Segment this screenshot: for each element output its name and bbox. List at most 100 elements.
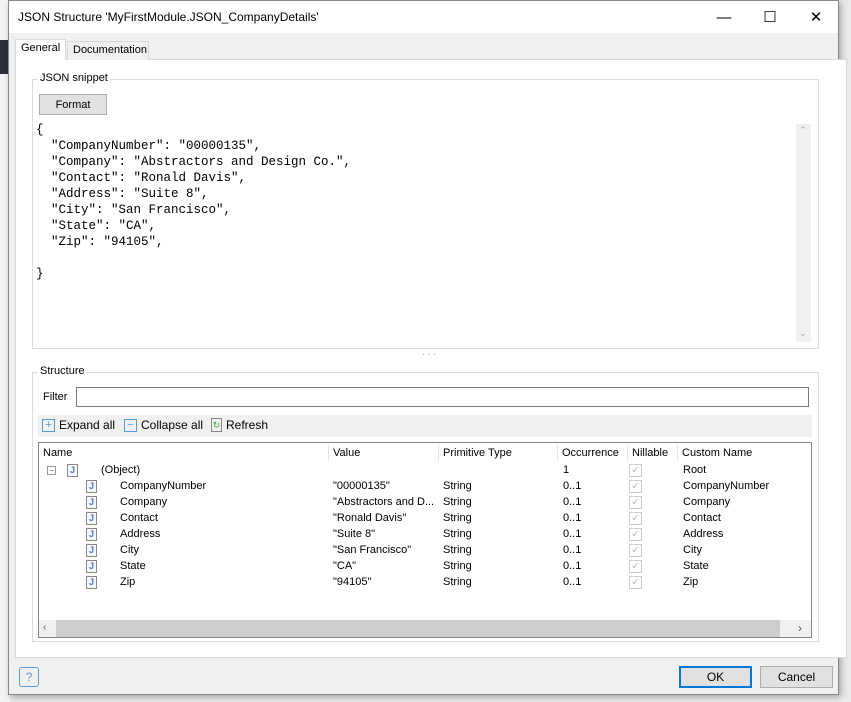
json-element-icon: J — [86, 496, 97, 509]
row-primitive-type: String — [443, 544, 472, 556]
ok-button[interactable]: OK — [679, 666, 752, 688]
scroll-right-icon[interactable]: › — [798, 621, 802, 635]
minimize-button[interactable]: — — [701, 1, 747, 33]
code-line: "State": "CA", — [36, 219, 157, 233]
row-value: "Suite 8" — [333, 528, 376, 540]
row-name: Company — [120, 496, 168, 508]
table-row[interactable]: J City "San Francisco" String 0..1 ✓ City — [39, 543, 811, 559]
row-custom-name[interactable]: Contact — [683, 512, 721, 524]
json-element-icon: J — [86, 480, 97, 493]
filter-input[interactable] — [76, 387, 809, 407]
scrollbar-thumb[interactable] — [56, 620, 780, 637]
code-line: "Address": "Suite 8", — [36, 187, 209, 201]
table-row[interactable]: J CompanyNumber "00000135" String 0..1 ✓ Compa… — [39, 479, 811, 495]
table-row[interactable]: J Contact "Ronald Davis" String 0..1 ✓ Contact — [39, 511, 811, 527]
tab-documentation[interactable]: Documentation — [67, 41, 149, 60]
horizontal-scrollbar[interactable]: ‹ › — [39, 620, 811, 637]
row-occurrence: 0..1 — [563, 560, 582, 572]
column-header-nillable[interactable]: Nillable — [632, 447, 668, 459]
close-button[interactable]: ✕ — [793, 1, 839, 33]
code-line: "City": "San Francisco", — [36, 203, 232, 217]
help-button[interactable]: ? — [19, 667, 39, 687]
table-row[interactable]: J Company "Abstractors and D... String 0..1 ✓… — [39, 495, 811, 511]
row-primitive-type: String — [443, 528, 472, 540]
refresh-label: Refresh — [226, 418, 269, 432]
collapse-icon: − — [124, 418, 137, 432]
column-separator[interactable] — [438, 445, 439, 461]
row-primitive-type: String — [443, 480, 472, 492]
refresh-icon: ↻ — [211, 418, 222, 432]
row-custom-name[interactable]: CompanyNumber — [683, 480, 769, 492]
nillable-checkbox[interactable]: ✓ — [629, 464, 642, 477]
nillable-checkbox[interactable]: ✓ — [629, 576, 642, 589]
scroll-up-icon[interactable]: ⌃ — [799, 125, 807, 136]
code-line: "Contact": "Ronald Davis", — [36, 171, 247, 185]
table-row[interactable]: J Zip "94105" String 0..1 ✓ Zip — [39, 575, 811, 591]
row-primitive-type: String — [443, 560, 472, 572]
row-custom-name[interactable]: Company — [683, 496, 730, 508]
row-name: Address — [120, 528, 161, 540]
format-button[interactable]: Format — [39, 94, 107, 115]
column-header-name[interactable]: Name — [43, 447, 72, 459]
row-custom-name[interactable]: State — [683, 560, 709, 572]
nillable-checkbox[interactable]: ✓ — [629, 512, 642, 525]
json-snippet-label: JSON snippet — [38, 72, 110, 84]
cancel-button[interactable]: Cancel — [760, 666, 833, 688]
table-row[interactable]: J Address "Suite 8" String 0..1 ✓ Address — [39, 527, 811, 543]
table-row[interactable]: J State "CA" String 0..1 ✓ State — [39, 559, 811, 575]
row-name: State — [120, 560, 146, 572]
collapse-node-icon[interactable]: − — [47, 466, 56, 475]
row-value: "Abstractors and D... — [333, 496, 435, 508]
column-separator[interactable] — [328, 445, 329, 461]
nillable-checkbox[interactable]: ✓ — [629, 544, 642, 557]
structure-tree-table: Name Value Primitive Type Occurrence Nillabl… — [38, 442, 812, 638]
column-separator[interactable] — [557, 445, 558, 461]
nillable-checkbox[interactable]: ✓ — [629, 560, 642, 573]
splitter-handle[interactable]: · · · — [422, 349, 436, 359]
column-header-primitive-type[interactable]: Primitive Type — [443, 447, 512, 459]
nillable-checkbox[interactable]: ✓ — [629, 496, 642, 509]
maximize-button[interactable]: ☐ — [747, 1, 793, 33]
scroll-down-icon[interactable]: ⌄ — [799, 328, 807, 339]
json-element-icon: J — [86, 512, 97, 525]
collapse-all-label: Collapse all — [141, 418, 204, 432]
nillable-checkbox[interactable]: ✓ — [629, 528, 642, 541]
collapse-all-button[interactable]: − Collapse all — [124, 418, 203, 432]
column-header-custom-name[interactable]: Custom Name — [682, 447, 752, 459]
column-header-value[interactable]: Value — [333, 447, 360, 459]
code-line: } — [36, 267, 44, 281]
json-element-icon: J — [86, 576, 97, 589]
json-editor[interactable]: { "CompanyNumber": "00000135", "Company"… — [36, 122, 793, 342]
column-header-occurrence[interactable]: Occurrence — [562, 447, 619, 459]
nillable-checkbox[interactable]: ✓ — [629, 480, 642, 493]
row-name: City — [120, 544, 139, 556]
json-snippet-group: JSON snippet Format { "CompanyNumber": "… — [32, 72, 819, 349]
json-element-icon: J — [86, 544, 97, 557]
code-line: "CompanyNumber": "00000135", — [36, 139, 262, 153]
expand-all-button[interactable]: + Expand all — [42, 418, 115, 432]
row-custom-name[interactable]: Zip — [683, 576, 698, 588]
row-occurrence: 0..1 — [563, 576, 582, 588]
code-line: "Zip": "94105", — [36, 235, 164, 249]
code-line: "Company": "Abstractors and Design Co.", — [36, 155, 352, 169]
refresh-button[interactable]: ↻ Refresh — [211, 418, 268, 432]
row-occurrence: 0..1 — [563, 480, 582, 492]
column-separator[interactable] — [627, 445, 628, 461]
row-custom-name[interactable]: City — [683, 544, 702, 556]
row-name: (Object) — [101, 464, 141, 476]
structure-toolbar: + Expand all − Collapse all ↻ Refresh — [38, 415, 812, 437]
table-row[interactable]: − J (Object) 1 ✓ Root — [39, 463, 811, 479]
row-custom-name[interactable]: Address — [683, 528, 723, 540]
row-custom-name[interactable]: Root — [683, 464, 706, 476]
row-primitive-type: String — [443, 576, 472, 588]
column-separator[interactable] — [677, 445, 678, 461]
code-line: { — [36, 123, 44, 137]
scroll-left-icon[interactable]: ‹ — [43, 622, 46, 633]
structure-label: Structure — [38, 365, 87, 377]
row-primitive-type: String — [443, 496, 472, 508]
row-occurrence: 0..1 — [563, 544, 582, 556]
tab-general[interactable]: General — [15, 39, 66, 60]
structure-group: Structure Filter + Expand all − Collapse… — [32, 365, 819, 642]
editor-vertical-scrollbar[interactable]: ⌃ ⌄ — [796, 124, 811, 342]
